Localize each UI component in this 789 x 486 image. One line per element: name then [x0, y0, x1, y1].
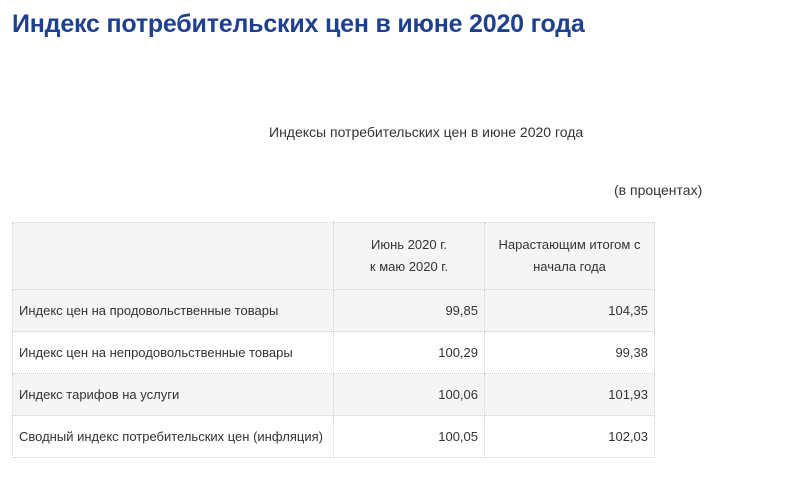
row-name-cell: Индекс цен на непродовольственные товары: [12, 331, 334, 374]
header-cumulative-cell: Нарастающим итогом с начала года: [484, 222, 655, 290]
row-month-cell: 100,05: [333, 415, 485, 458]
row-name-cell: Сводный индекс потребительских цен (инфл…: [12, 415, 334, 458]
row-month-cell: 100,06: [333, 373, 485, 416]
header-name-cell: [12, 222, 334, 290]
header-cumulative-line1: Нарастающим итогом с: [498, 237, 641, 252]
row-cumulative-cell: 102,03: [484, 415, 655, 458]
header-month-line1: Июнь 2020 г.: [371, 237, 447, 252]
price-index-table: Июнь 2020 г. к маю 2020 г. Нарастающим и…: [12, 222, 655, 458]
header-cumulative-line2: начала года: [533, 259, 606, 274]
row-cumulative-cell: 99,38: [484, 331, 655, 374]
units-note: (в процентах): [614, 182, 703, 198]
table-row: Индекс цен на непродовольственные товары…: [12, 331, 655, 374]
table-row: Индекс тарифов на услуги 100,06 101,93: [12, 373, 655, 416]
row-name-cell: Индекс тарифов на услуги: [12, 373, 334, 416]
row-month-cell: 100,29: [333, 331, 485, 374]
table-header-row: Июнь 2020 г. к маю 2020 г. Нарастающим и…: [12, 222, 655, 290]
table-caption: Индексы потребительских цен в июне 2020 …: [269, 124, 584, 140]
table-row: Сводный индекс потребительских цен (инфл…: [12, 415, 655, 458]
page-title: Индекс потребительских цен в июне 2020 г…: [12, 10, 585, 38]
header-month-cell: Июнь 2020 г. к маю 2020 г.: [333, 222, 485, 290]
row-month-cell: 99,85: [333, 289, 485, 332]
row-cumulative-cell: 104,35: [484, 289, 655, 332]
table-row: Индекс цен на продовольственные товары 9…: [12, 289, 655, 332]
header-month-line2: к маю 2020 г.: [369, 259, 449, 274]
row-cumulative-cell: 101,93: [484, 373, 655, 416]
row-name-cell: Индекс цен на продовольственные товары: [12, 289, 334, 332]
